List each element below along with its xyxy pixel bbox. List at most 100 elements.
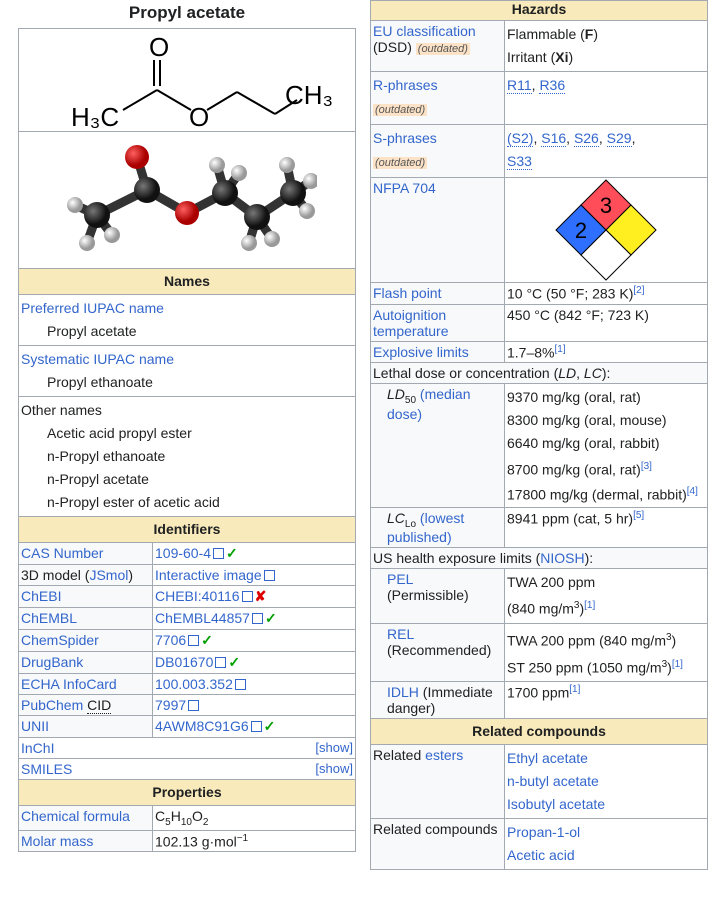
autoignition-link[interactable]: Autoignition temperature (373, 307, 448, 339)
related-compound-link[interactable]: Propan-1-ol (507, 824, 580, 840)
r36-link[interactable]: R36 (539, 77, 566, 94)
related-compounds-row: Related compounds Propan-1-ol Acetic aci… (371, 818, 707, 870)
check-icon: ✓ (264, 610, 277, 626)
nfpa-diamond-icon[interactable]: 3 2 (554, 178, 658, 282)
s33-link[interactable]: S33 (507, 153, 532, 170)
ref-link[interactable]: [2] (633, 285, 644, 296)
unii-label-link[interactable]: UNII (21, 718, 49, 734)
smiles-show-toggle[interactable]: [show] (315, 761, 353, 776)
idlh-row: IDLH (Immediate danger) 1700 ppm[1] (371, 681, 707, 719)
eu-classification-row: EU classification (DSD) (outdated) Flamm… (371, 20, 707, 71)
external-link-icon (188, 700, 200, 711)
chemspider-value-link[interactable]: 7706 (155, 632, 186, 648)
preferred-name-value: Propyl acetate (47, 323, 137, 339)
idlh-link[interactable]: IDLH (387, 684, 419, 700)
lclo-row: LCLo (lowest published) 8941 ppm (cat, 5… (371, 506, 707, 548)
s29-link[interactable]: S29 (606, 130, 632, 147)
s26-link[interactable]: S26 (573, 130, 599, 147)
drugbank-row: DrugBank DB01670 ✓ (19, 651, 355, 673)
unii-value-link[interactable]: 4AWM8C91G6 (155, 718, 249, 734)
chembl-label-link[interactable]: ChEMBL (21, 610, 77, 626)
pubchem-value-link[interactable]: 7997 (155, 697, 186, 713)
identifiers-header: Identifiers (19, 516, 355, 542)
r11-link[interactable]: R11 (507, 77, 532, 94)
echa-value-link[interactable]: 100.003.352 (155, 676, 233, 692)
pel-link[interactable]: PEL (387, 571, 413, 587)
chemspider-label-link[interactable]: ChemSpider (21, 632, 99, 648)
chebi-value-link[interactable]: CHEBI:40116 (155, 588, 240, 604)
related-ester-link[interactable]: Ethyl acetate (507, 750, 588, 766)
inchi-row: InChI [show] (19, 737, 355, 758)
smiles-row: SMILES [show] (19, 758, 355, 779)
check-icon: ✓ (228, 654, 241, 670)
flash-point-link[interactable]: Flash point (373, 285, 441, 301)
names-header: Names (19, 268, 355, 294)
s2-link[interactable]: (S2) (507, 130, 534, 147)
chemical-formula-link[interactable]: Chemical formula (21, 808, 130, 824)
s-phrases-link[interactable]: S-phrases (373, 130, 437, 146)
r-phrases-link[interactable]: R-phrases (373, 77, 438, 93)
related-esters-row: Related esters Ethyl acetate n-butyl ace… (371, 744, 707, 819)
autoignition-row: Autoignition temperature 450 °C (842 °F;… (371, 303, 707, 341)
related-ester-link[interactable]: Isobutyl acetate (507, 796, 605, 812)
drugbank-label-link[interactable]: DrugBank (21, 654, 83, 670)
infobox-left: Propyl acetate O H₃C O CH₃ Names Preferr… (18, 0, 356, 853)
cid-abbr: CID (87, 697, 112, 714)
inchi-link[interactable]: InChI (21, 740, 54, 756)
cas-value-link[interactable]: 109-60-4 (155, 545, 211, 561)
pubchem-label-link[interactable]: PubChem (21, 697, 87, 713)
ref-link[interactable]: [1] (584, 600, 595, 611)
rel-link[interactable]: REL (387, 626, 414, 642)
unii-row: UNII 4AWM8C91G6 ✓ (19, 715, 355, 737)
inchi-show-toggle[interactable]: [show] (315, 740, 353, 755)
external-link-icon (213, 548, 225, 559)
ref-link[interactable]: [4] (687, 486, 698, 497)
echa-label-link[interactable]: ECHA InfoCard (21, 676, 117, 692)
check-icon: ✓ (263, 718, 276, 734)
echa-row: ECHA InfoCard 100.003.352 (19, 673, 355, 694)
other-names-label: Other names (21, 402, 102, 418)
nfpa-link[interactable]: NFPA 704 (373, 180, 436, 196)
drugbank-value-link[interactable]: DB01670 (155, 654, 213, 670)
model3d-label: 3D model ( (21, 567, 90, 583)
systematic-iupac-link[interactable]: Systematic IUPAC name (21, 351, 174, 367)
interactive-image-link[interactable]: Interactive image (155, 567, 262, 583)
explosive-limits-link[interactable]: Explosive limits (373, 344, 469, 360)
chebi-label-link[interactable]: ChEBI (21, 588, 61, 604)
ref-link[interactable]: [1] (672, 659, 683, 670)
outdated-badge: (outdated) (373, 157, 428, 169)
related-ester-link[interactable]: n-butyl acetate (507, 773, 599, 789)
oxygen-top-label: O (149, 32, 169, 62)
ref-link[interactable]: [3] (641, 461, 652, 472)
s16-link[interactable]: S16 (541, 130, 567, 147)
ref-link[interactable]: [1] (569, 684, 580, 695)
ld50-value: 8300 mg/kg (oral, mouse) (507, 412, 667, 429)
external-link-icon (215, 657, 227, 668)
jsmol-link[interactable]: JSmol (89, 567, 128, 583)
ref-link[interactable]: [1] (554, 344, 565, 355)
outdated-badge: (outdated) (373, 104, 428, 116)
pel-value: TWA 200 ppm (507, 574, 596, 591)
molar-mass-link[interactable]: Molar mass (21, 833, 93, 849)
ref-link[interactable]: [5] (633, 510, 644, 521)
pubchem-row: PubChem CID 7997 (19, 694, 355, 715)
nfpa-health: 2 (575, 218, 587, 243)
eu-classification-link[interactable]: EU classification (373, 23, 476, 39)
structure-image[interactable]: O H₃C O CH₃ (19, 29, 355, 131)
chembl-value-link[interactable]: ChEMBL44857 (155, 610, 250, 626)
cas-label-link[interactable]: CAS Number (21, 545, 103, 561)
related-compound-link[interactable]: Acetic acid (507, 847, 575, 863)
r-phrases-row: R-phrases (outdated) R11, R36 (371, 71, 707, 124)
s-phrases-row: S-phrases (outdated) (S2), S16, S26, S29,… (371, 124, 707, 177)
dsd-label: (DSD) (373, 39, 416, 55)
external-link-icon (188, 635, 200, 646)
ball-stick-image[interactable] (19, 131, 355, 268)
other-name: n-Propyl acetate (47, 471, 149, 487)
preferred-iupac-link[interactable]: Preferred IUPAC name (21, 300, 164, 316)
external-link-icon (251, 613, 263, 624)
external-link-icon (250, 721, 262, 732)
smiles-link[interactable]: SMILES (21, 761, 72, 777)
formula-row: Chemical formula C5H10O2 (19, 805, 355, 830)
niosh-link[interactable]: NIOSH (540, 550, 584, 566)
esters-link[interactable]: esters (425, 747, 463, 763)
